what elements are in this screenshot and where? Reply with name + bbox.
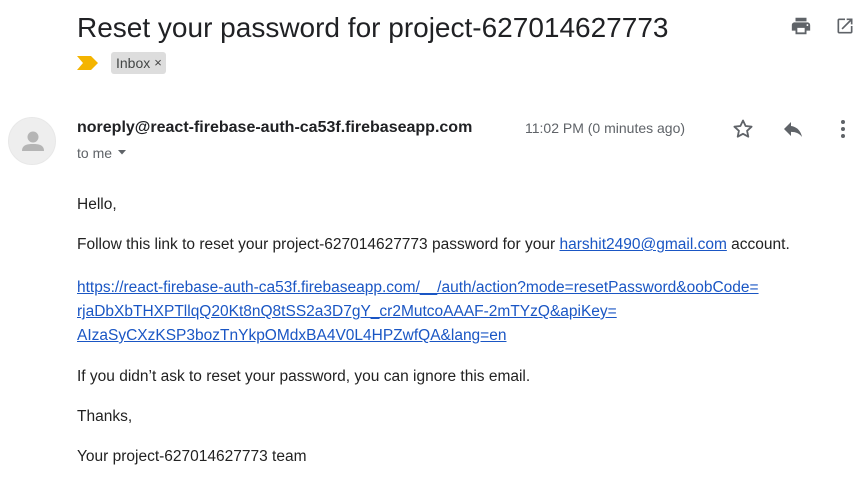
reset-link-block: https://react-firebase-auth-ca53f.fireba… (77, 276, 759, 348)
reply-icon[interactable] (781, 117, 805, 141)
message-timestamp: 11:02 PM (0 minutes ago) (525, 120, 686, 136)
importance-marker-icon[interactable] (77, 53, 101, 73)
instruction-text: Follow this link to reset your project-6… (77, 235, 790, 255)
sender-email[interactable]: noreply@react-firebase-auth-ca53f.fireba… (77, 117, 472, 139)
instruction-suffix: account. (726, 236, 790, 253)
label-chip-inbox[interactable]: Inbox × (111, 52, 166, 74)
caret-down-icon (116, 143, 128, 163)
instruction-prefix: Follow this link to reset your project-6… (77, 236, 560, 253)
recipient-details-toggle[interactable]: to me (77, 143, 128, 163)
remove-label-icon[interactable]: × (154, 53, 162, 73)
open-in-new-window-icon[interactable] (833, 14, 857, 38)
greeting-text: Hello, (77, 196, 117, 213)
reset-password-link[interactable]: rjaDbXbTHXPTllqQ20Kt8nQ8tSS2a3D7gY_cr2Mu… (77, 300, 759, 324)
star-icon[interactable] (731, 117, 755, 141)
signoff-text: Your project-627014627773 team (77, 448, 307, 465)
thanks-text: Thanks, (77, 408, 133, 425)
reset-password-link[interactable]: https://react-firebase-auth-ca53f.fireba… (77, 276, 759, 300)
email-subject: Reset your password for project-62701462… (77, 12, 669, 43)
thread-actions (789, 14, 857, 38)
recipient-label: to me (77, 145, 113, 161)
labels-row: Inbox × (77, 52, 166, 74)
more-vertical-icon[interactable] (831, 117, 855, 141)
message-actions (731, 117, 855, 141)
label-chip-text: Inbox (116, 55, 151, 71)
reset-password-link[interactable]: AIzaSyCXzKSP3bozTnYkpOMdxBA4V0L4HPZwfQA&… (77, 324, 759, 348)
recipient-email-link[interactable]: harshit2490@gmail.com (559, 236, 726, 253)
default-avatar-icon (8, 117, 56, 165)
ignore-notice-text: If you didn’t ask to reset your password… (77, 368, 531, 385)
print-icon[interactable] (789, 14, 813, 38)
